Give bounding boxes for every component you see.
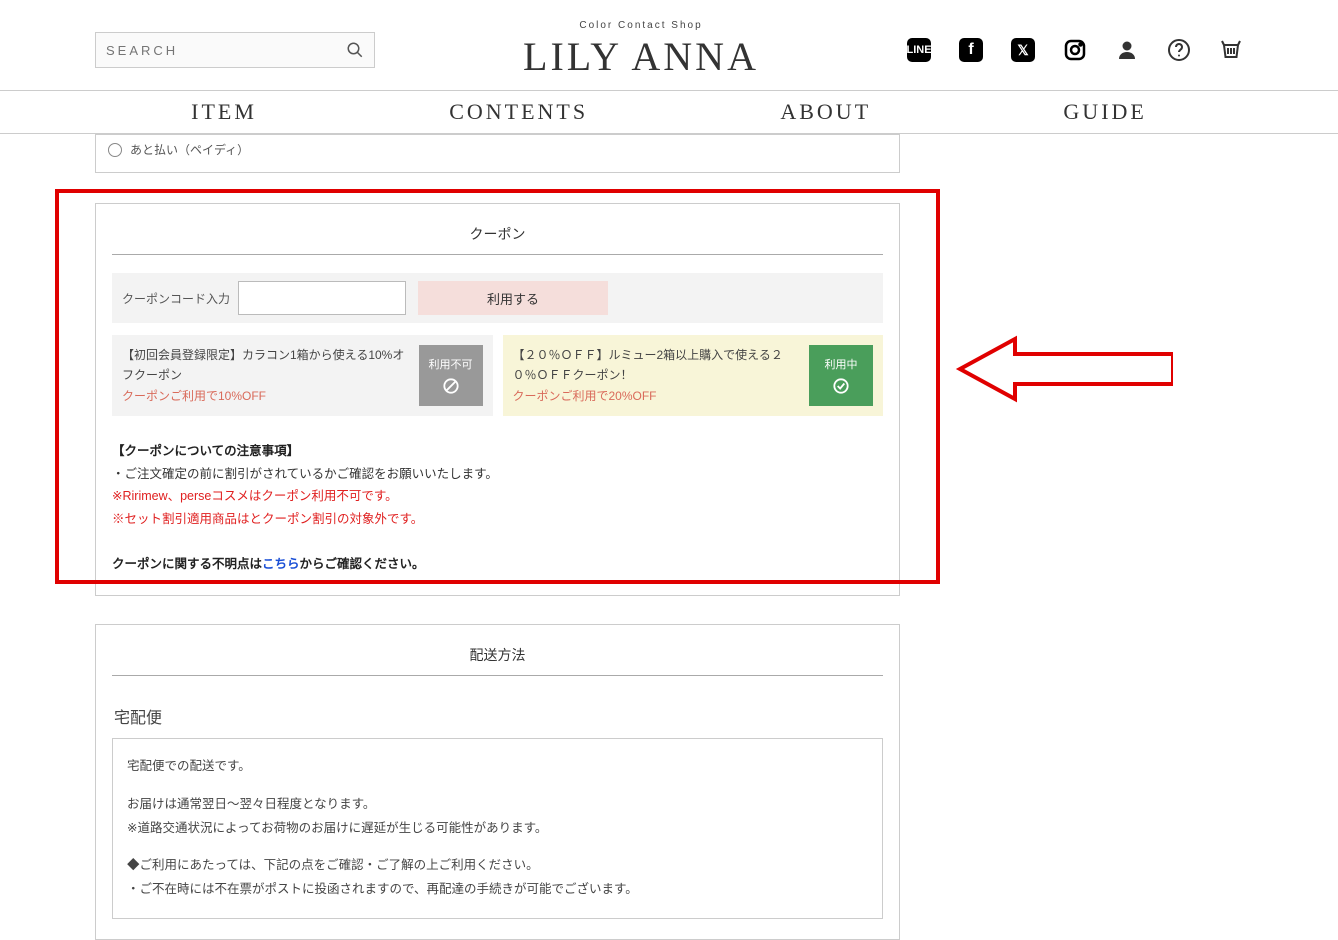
facebook-icon[interactable]: f [959,38,983,62]
nav-item[interactable]: GUIDE [1063,99,1146,125]
line-icon[interactable]: LINE [907,38,931,62]
shipping-text: ◆ご利用にあたっては、下記の点をご確認・ご了解の上ご利用ください。 ・ご不在時に… [127,854,868,902]
coupon-code-input[interactable] [238,281,406,315]
coupon-discount: クーポンご利用で10%OFF [122,389,266,403]
coupon-section-title: クーポン [112,218,883,255]
coupon-note-warning: ※セット割引適用商品はとクーポン割引の対象外です。 [112,508,883,531]
site-header: Color Contact Shop LILY ANNA LINE f 𝕏 IT… [0,0,1338,134]
shipping-description: 宅配便での配送です。 お届けは通常翌日〜翌々日程度となります。 ※道路交通状況に… [112,738,883,919]
header-icons: LINE f 𝕏 [907,38,1243,62]
search-input[interactable] [106,43,346,58]
coupon-badge-label: 利用中 [825,356,858,372]
coupon-discount: クーポンご利用で20%OFF [513,389,657,403]
coupon-notes: 【クーポンについての注意事項】 ・ご注文確定の前に割引がされているかご確認をお願… [112,440,883,575]
coupon-title: 【初回会員登録限定】カラコン1箱から使える10%オフクーポン [122,348,404,382]
coupon-card-active[interactable]: 【２０％ＯＦＦ】ルミュー2箱以上購入で使える２０％ＯＦＦクーポン！ クーポンご利… [503,335,884,416]
coupon-input-row: クーポンコード入力 利用する [112,273,883,323]
coupon-note-link-line: クーポンに関する不明点はこちらからご確認ください。 [112,553,883,576]
radio-icon [108,143,122,157]
coupon-note-line: ・ご注文確定の前に割引がされているかご確認をお願いいたします。 [112,463,883,486]
nav-item[interactable]: CONTENTS [449,99,588,125]
annotation-arrow-icon [955,334,1173,404]
coupon-notes-heading: 【クーポンについての注意事項】 [112,440,883,463]
instagram-icon[interactable] [1063,38,1087,62]
coupon-note-warning: ※Ririmew、perseコスメはクーポン利用不可です。 [112,485,883,508]
payment-option-panel: あと払い（ペイディ） [95,134,900,173]
coupon-panel: クーポン クーポンコード入力 利用する 【初回会員登録限定】カラコン1箱から使え… [95,203,900,596]
coupon-badge-active: 利用中 [809,345,873,406]
coupon-title: 【２０％ＯＦＦ】ルミュー2箱以上購入で使える２０％ＯＦＦクーポン！ [513,348,783,382]
coupon-card-text: 【２０％ＯＦＦ】ルミュー2箱以上購入で使える２０％ＯＦＦクーポン！ クーポンご利… [513,345,802,406]
shipping-text: お届けは通常翌日〜翌々日程度となります。 ※道路交通状況によってお荷物のお届けに… [127,793,868,841]
payment-option-paidy[interactable]: あと払い（ペイディ） [108,141,887,158]
check-circle-icon [831,376,851,396]
search-box[interactable] [95,32,375,68]
main-nav: ITEM CONTENTS ABOUT GUIDE [0,90,1338,133]
coupon-badge-unavailable: 利用不可 [419,345,483,406]
prohibited-icon [441,376,461,396]
coupon-card-text: 【初回会員登録限定】カラコン1箱から使える10%オフクーポン クーポンご利用で1… [122,345,411,406]
coupon-apply-button[interactable]: 利用する [418,281,608,315]
shipping-method-name: 宅配便 [112,694,883,738]
nav-item[interactable]: ABOUT [780,99,871,125]
coupon-badge-label: 利用不可 [429,356,473,372]
coupon-faq-link[interactable]: こちら [262,557,300,571]
coupon-input-label: クーポンコード入力 [122,290,230,307]
shipping-text: 宅配便での配送です。 [127,755,868,779]
search-icon[interactable] [346,41,364,59]
nav-item[interactable]: ITEM [191,99,257,125]
shipping-section-title: 配送方法 [112,639,883,676]
cart-icon[interactable] [1219,38,1243,62]
logo-tagline: Color Contact Shop [523,20,759,31]
user-icon[interactable] [1115,38,1139,62]
coupon-card-unavailable[interactable]: 【初回会員登録限定】カラコン1箱から使える10%オフクーポン クーポンご利用で1… [112,335,493,416]
payment-option-label: あと払い（ペイディ） [130,141,249,158]
site-logo[interactable]: Color Contact Shop LILY ANNA [523,20,759,80]
help-icon[interactable] [1167,38,1191,62]
x-twitter-icon[interactable]: 𝕏 [1011,38,1035,62]
logo-text: LILY ANNA [523,33,759,80]
shipping-panel: 配送方法 宅配便 宅配便での配送です。 お届けは通常翌日〜翌々日程度となります。… [95,624,900,940]
